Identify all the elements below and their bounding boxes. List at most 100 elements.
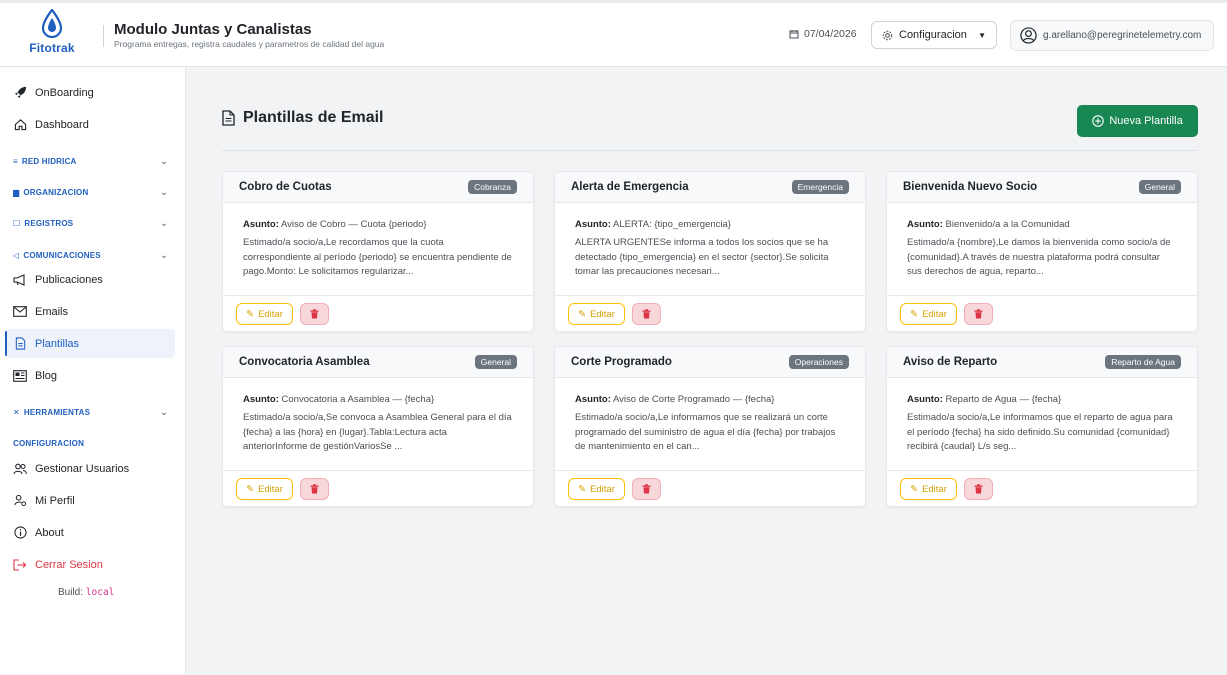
trash-icon	[642, 484, 651, 494]
sidebar-item-label: Emails	[35, 305, 69, 318]
pencil-icon: ✎	[910, 308, 919, 320]
subject-label: Asunto:	[575, 394, 611, 405]
card-header: Convocatoria Asamblea General	[223, 347, 533, 378]
new-template-button[interactable]: Nueva Plantilla	[1077, 105, 1198, 137]
sidebar-item-dashboard[interactable]: Dashboard	[5, 110, 175, 139]
sidebar-section-comunicaciones[interactable]: ◁ COMUNICACIONES ⌄	[13, 247, 168, 263]
date-text: 07/04/2026	[804, 28, 857, 40]
card-subject: Asunto: Bienvenido/a a la Comunidad	[907, 219, 1177, 230]
subject-label: Asunto:	[243, 219, 279, 230]
edit-button[interactable]: ✎ Editar	[568, 478, 625, 500]
template-card: Corte Programado Operaciones Asunto: Avi…	[554, 346, 866, 507]
sidebar-item-about[interactable]: About	[5, 518, 175, 547]
edit-label: Editar	[922, 483, 947, 495]
app-subtitle: Programa entregas, registra caudales y p…	[114, 39, 385, 49]
water-drop-logo-icon	[41, 9, 63, 39]
section-label: CONFIGURACION	[13, 438, 85, 448]
building-icon: ▆	[13, 187, 20, 197]
card-preview: Estimado/a {nombre},Le damos la bienveni…	[907, 237, 1171, 277]
edit-button[interactable]: ✎ Editar	[236, 478, 293, 500]
card-footer: ✎ Editar	[555, 296, 865, 331]
sidebar-item-blog[interactable]: Blog	[5, 361, 175, 390]
subject-text: Aviso de Cobro — Cuota {periodo}	[281, 219, 427, 230]
header-divider	[103, 25, 104, 47]
document-icon	[222, 110, 235, 126]
delete-button[interactable]	[964, 478, 993, 500]
template-card: Aviso de Reparto Reparto de Agua Asunto:…	[886, 346, 1198, 507]
sidebar-item-onboarding[interactable]: OnBoarding	[5, 78, 175, 107]
card-header: Cobro de Cuotas Cobranza	[223, 172, 533, 203]
config-label: Configuracion	[899, 29, 967, 41]
document-icon	[13, 337, 27, 351]
new-template-label: Nueva Plantilla	[1109, 115, 1183, 127]
app-title: Modulo Juntas y Canalistas	[114, 21, 312, 38]
user-menu[interactable]: g.arellano@peregrinetelemetry.com	[1010, 20, 1214, 51]
sidebar-item-publicaciones[interactable]: Publicaciones	[5, 265, 175, 294]
sidebar-item-label: Dashboard	[35, 118, 89, 131]
sidebar-section-herramientas[interactable]: ✕ HERRAMIENTAS ⌄	[13, 404, 168, 420]
subject-text: Convocatoria a Asamblea — {fecha}	[281, 394, 435, 405]
edit-label: Editar	[258, 483, 283, 495]
sidebar-item-label: OnBoarding	[35, 86, 94, 99]
users-icon	[13, 462, 27, 476]
user-gear-icon	[13, 494, 27, 508]
template-card: Cobro de Cuotas Cobranza Asunto: Aviso d…	[222, 171, 534, 332]
sidebar-item-label: Gestionar Usuarios	[35, 462, 130, 475]
category-badge: General	[474, 355, 517, 369]
logo[interactable]: Fitotrak	[26, 9, 78, 63]
card-title: Convocatoria Asamblea	[239, 356, 370, 368]
waves-icon: ≡	[13, 156, 18, 166]
pencil-icon: ✎	[578, 483, 587, 495]
subject-label: Asunto:	[575, 219, 611, 230]
chevron-down-icon: ⌄	[160, 186, 168, 197]
pencil-icon: ✎	[246, 308, 255, 320]
sidebar-item-label: Publicaciones	[35, 273, 103, 286]
subject-text: Reparto de Agua — {fecha}	[945, 394, 1062, 405]
page-title: Plantillas de Email	[222, 109, 384, 127]
sidebar-item-mi-perfil[interactable]: Mi Perfil	[5, 486, 175, 515]
delete-button[interactable]	[300, 478, 329, 500]
delete-button[interactable]	[632, 303, 661, 325]
sidebar-section-configuracion: CONFIGURACION	[13, 435, 168, 451]
card-footer: ✎ Editar	[887, 471, 1197, 506]
date-display: 07/04/2026	[789, 28, 857, 40]
subject-text: Bienvenido/a a la Comunidad	[945, 219, 1070, 230]
section-label: COMUNICACIONES	[23, 250, 101, 260]
card-body: Asunto: Aviso de Cobro — Cuota {periodo}…	[223, 203, 533, 296]
card-body: Asunto: Aviso de Corte Programado — {fec…	[555, 378, 865, 471]
chevron-down-icon: ⌄	[160, 249, 168, 260]
sidebar-item-cerrar-sesion[interactable]: Cerrar Sesion	[5, 550, 175, 579]
gear-icon	[882, 30, 893, 40]
sidebar-section-registros[interactable]: ☐ REGISTROS ⌄	[13, 215, 168, 231]
sidebar-item-label: Plantillas	[35, 337, 80, 350]
edit-button[interactable]: ✎ Editar	[900, 303, 957, 325]
edit-button[interactable]: ✎ Editar	[900, 478, 957, 500]
category-badge: Emergencia	[791, 180, 849, 194]
sidebar-section-organizacion[interactable]: ▆ ORGANIZACION ⌄	[13, 184, 168, 200]
pencil-icon: ✎	[910, 483, 919, 495]
delete-button[interactable]	[300, 303, 329, 325]
sidebar-item-gestionar-usuarios[interactable]: Gestionar Usuarios	[5, 454, 175, 483]
template-card: Bienvenida Nuevo Socio General Asunto: B…	[886, 171, 1198, 332]
sidebar-item-label: About	[35, 526, 64, 539]
edit-label: Editar	[258, 308, 283, 320]
app-header: Fitotrak Modulo Juntas y Canalistas Prog…	[0, 3, 1227, 67]
trash-icon	[310, 484, 319, 494]
edit-button[interactable]: ✎ Editar	[568, 303, 625, 325]
sidebar-item-plantillas[interactable]: Plantillas	[5, 329, 175, 358]
sidebar-item-label: Cerrar Sesion	[35, 558, 103, 571]
card-header: Bienvenida Nuevo Socio General	[887, 172, 1197, 203]
edit-label: Editar	[590, 308, 615, 320]
edit-button[interactable]: ✎ Editar	[236, 303, 293, 325]
category-badge: Cobranza	[468, 180, 517, 194]
user-email: g.arellano@peregrinetelemetry.com	[1043, 30, 1202, 41]
logout-icon	[13, 558, 27, 572]
sidebar-section-red-hidrica[interactable]: ≡ RED HIDRICA ⌄	[13, 153, 168, 169]
delete-button[interactable]	[632, 478, 661, 500]
sidebar-item-emails[interactable]: Emails	[5, 297, 175, 326]
card-subject: Asunto: ALERTA: {tipo_emergencia}	[575, 219, 845, 230]
chevron-down-icon: ⌄	[160, 155, 168, 166]
config-dropdown[interactable]: Configuracion ▼	[871, 21, 997, 49]
delete-button[interactable]	[964, 303, 993, 325]
newspaper-icon	[13, 369, 27, 383]
